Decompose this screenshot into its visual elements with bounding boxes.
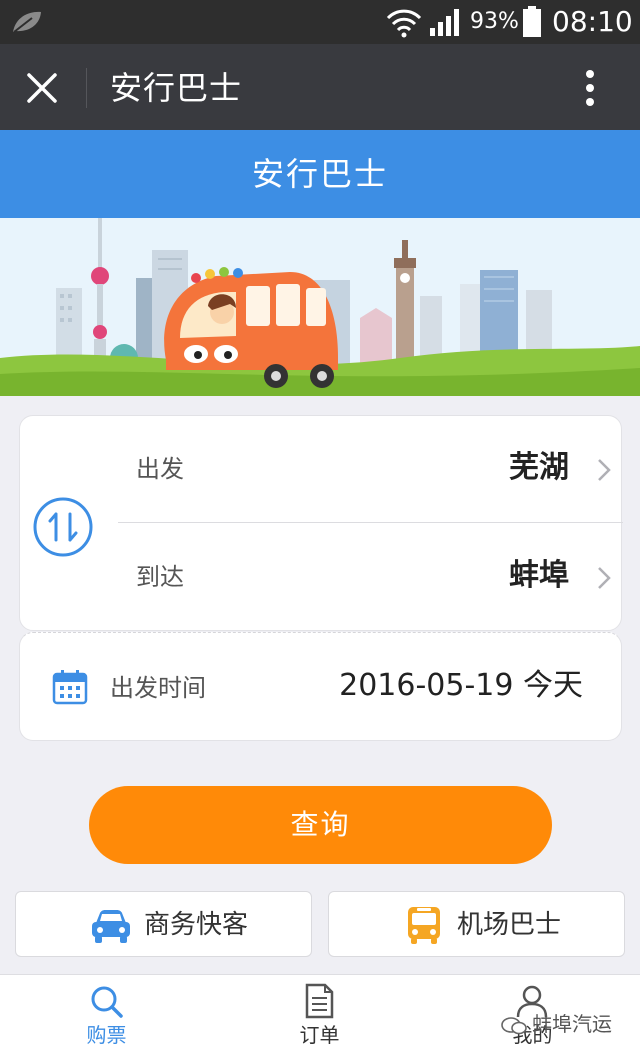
document-icon [305, 983, 334, 1019]
search-icon [91, 986, 123, 1018]
route-card: 出发 芜湖 到达 蚌埠 [19, 415, 623, 631]
nav-label-orders: 订单 [299, 1023, 340, 1047]
battery-icon [523, 6, 541, 37]
departure-date-row[interactable]: 出发时间 2016-05-19 今天 [19, 632, 622, 741]
chevron-right-icon [598, 459, 611, 481]
banner-illustration [0, 218, 640, 396]
departure-city: 芜湖 [509, 450, 569, 485]
nav-label-buy-tickets: 购票 [86, 1023, 127, 1047]
arrival-city: 蚌埠 [509, 558, 569, 593]
arrival-row[interactable]: 到达 蚌埠 [118, 524, 623, 631]
app-header: 安行巴士 [0, 44, 640, 130]
arrival-label: 到达 [136, 563, 184, 591]
leaf-icon [13, 11, 41, 33]
close-icon[interactable] [20, 66, 64, 110]
clock: 08:10 [552, 5, 633, 38]
nav-tab-orders[interactable]: 订单 [213, 975, 426, 1053]
nav-tab-buy-tickets[interactable]: 购票 [0, 975, 213, 1053]
departure-date-value: 2016-05-19 今天 [339, 668, 583, 703]
page-title: 安行巴士 [251, 155, 388, 193]
query-button[interactable]: 查询 [89, 786, 552, 864]
city-bus-illustration [0, 218, 640, 396]
car-icon [92, 910, 130, 943]
app-title: 安行巴士 [110, 69, 243, 107]
business-express-button[interactable]: 商务快客 [15, 891, 312, 957]
bus-icon [408, 907, 440, 944]
calendar-icon [52, 670, 88, 705]
watermark-text: 蚌埠汽运 [532, 1012, 612, 1036]
watermark: 蚌埠汽运 [500, 1010, 612, 1038]
battery-percent: 93% [470, 9, 519, 34]
signal-icon [430, 9, 459, 36]
header-divider [86, 68, 87, 108]
more-vertical-icon[interactable] [566, 64, 614, 112]
page-title-bar: 安行巴士 [0, 130, 640, 218]
airport-bus-label: 机场巴士 [457, 910, 562, 940]
chevron-right-icon [598, 567, 611, 589]
wifi-icon [386, 9, 422, 38]
wechat-icon [501, 1016, 527, 1034]
departure-label: 出发 [136, 455, 184, 483]
business-express-label: 商务快客 [144, 910, 249, 940]
status-bar: 93% 08:10 [0, 0, 640, 44]
departure-date-label: 出发时间 [110, 674, 206, 702]
swap-icon[interactable] [32, 496, 94, 558]
departure-row[interactable]: 出发 芜湖 [118, 416, 623, 523]
airport-bus-button[interactable]: 机场巴士 [328, 891, 625, 957]
